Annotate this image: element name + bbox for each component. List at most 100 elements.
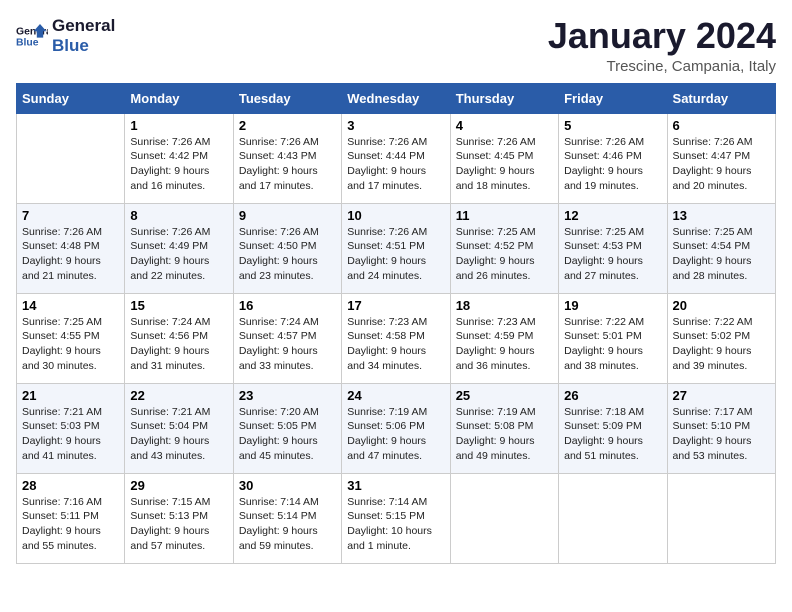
day-number: 28: [22, 478, 119, 493]
day-number: 1: [130, 118, 227, 133]
calendar-cell: 20 Sunrise: 7:22 AMSunset: 5:02 PMDayligh…: [667, 293, 775, 383]
day-info: Sunrise: 7:24 AMSunset: 4:56 PMDaylight:…: [130, 315, 227, 374]
day-info: Sunrise: 7:26 AMSunset: 4:43 PMDaylight:…: [239, 135, 336, 194]
day-number: 23: [239, 388, 336, 403]
day-number: 13: [673, 208, 770, 223]
calendar-body: 1 Sunrise: 7:26 AMSunset: 4:42 PMDaylight…: [17, 113, 776, 563]
calendar-cell: 6Sunrise: 7:26 AMSunset: 4:47 PMDaylight…: [667, 113, 775, 203]
location: Trescine, Campania, Italy: [548, 58, 776, 75]
logo-general: General: [52, 16, 115, 36]
day-info: Sunrise: 7:16 AMSunset: 5:11 PMDaylight:…: [22, 495, 119, 554]
day-number: 2: [239, 118, 336, 133]
calendar-cell: 31 Sunrise: 7:14 AMSunset: 5:15 PMDayligh…: [342, 473, 450, 563]
calendar-cell: 5 Sunrise: 7:26 AMSunset: 4:46 PMDaylight…: [559, 113, 667, 203]
day-number: 24: [347, 388, 444, 403]
calendar-cell: 18 Sunrise: 7:23 AMSunset: 4:59 PMDayligh…: [450, 293, 558, 383]
calendar-cell: 29 Sunrise: 7:15 AMSunset: 5:13 PMDayligh…: [125, 473, 233, 563]
day-info: Sunrise: 7:21 AMSunset: 5:03 PMDaylight:…: [22, 405, 119, 464]
day-info: Sunrise: 7:19 AMSunset: 5:06 PMDaylight:…: [347, 405, 444, 464]
calendar-cell: 11Sunrise: 7:25 AMSunset: 4:52 PMDayligh…: [450, 203, 558, 293]
day-number: 22: [130, 388, 227, 403]
calendar-table: SundayMondayTuesdayWednesdayThursdayFrid…: [16, 83, 776, 564]
calendar-cell: 9 Sunrise: 7:26 AMSunset: 4:50 PMDaylight…: [233, 203, 341, 293]
day-number: 20: [673, 298, 770, 313]
calendar-cell: 3 Sunrise: 7:26 AMSunset: 4:44 PMDaylight…: [342, 113, 450, 203]
calendar-cell: 7 Sunrise: 7:26 AMSunset: 4:48 PMDaylight…: [17, 203, 125, 293]
calendar-cell: [450, 473, 558, 563]
week-row: 1 Sunrise: 7:26 AMSunset: 4:42 PMDaylight…: [17, 113, 776, 203]
calendar-cell: 21 Sunrise: 7:21 AMSunset: 5:03 PMDayligh…: [17, 383, 125, 473]
day-info: Sunrise: 7:26 AMSunset: 4:49 PMDaylight:…: [130, 225, 227, 284]
day-number: 18: [456, 298, 553, 313]
day-info: Sunrise: 7:25 AMSunset: 4:53 PMDaylight:…: [564, 225, 661, 284]
day-info: Sunrise: 7:26 AMSunset: 4:42 PMDaylight:…: [130, 135, 227, 194]
calendar-cell: 23Sunrise: 7:20 AMSunset: 5:05 PMDayligh…: [233, 383, 341, 473]
day-info: Sunrise: 7:24 AMSunset: 4:57 PMDaylight:…: [239, 315, 336, 374]
day-number: 3: [347, 118, 444, 133]
day-info: Sunrise: 7:26 AMSunset: 4:44 PMDaylight:…: [347, 135, 444, 194]
calendar-cell: 2 Sunrise: 7:26 AMSunset: 4:43 PMDaylight…: [233, 113, 341, 203]
title-block: January 2024 Trescine, Campania, Italy: [548, 16, 776, 75]
header-friday: Friday: [559, 83, 667, 113]
header-tuesday: Tuesday: [233, 83, 341, 113]
day-number: 14: [22, 298, 119, 313]
day-info: Sunrise: 7:17 AMSunset: 5:10 PMDaylight:…: [673, 405, 770, 464]
day-number: 9: [239, 208, 336, 223]
header-thursday: Thursday: [450, 83, 558, 113]
day-number: 10: [347, 208, 444, 223]
month-title: January 2024: [548, 16, 776, 56]
day-info: Sunrise: 7:26 AMSunset: 4:46 PMDaylight:…: [564, 135, 661, 194]
day-info: Sunrise: 7:14 AMSunset: 5:14 PMDaylight:…: [239, 495, 336, 554]
calendar-cell: 25Sunrise: 7:19 AMSunset: 5:08 PMDayligh…: [450, 383, 558, 473]
day-info: Sunrise: 7:26 AMSunset: 4:47 PMDaylight:…: [673, 135, 770, 194]
day-info: Sunrise: 7:26 AMSunset: 4:51 PMDaylight:…: [347, 225, 444, 284]
day-info: Sunrise: 7:15 AMSunset: 5:13 PMDaylight:…: [130, 495, 227, 554]
day-info: Sunrise: 7:14 AMSunset: 5:15 PMDaylight:…: [347, 495, 444, 554]
header-saturday: Saturday: [667, 83, 775, 113]
calendar-cell: 19Sunrise: 7:22 AMSunset: 5:01 PMDayligh…: [559, 293, 667, 383]
week-row: 28 Sunrise: 7:16 AMSunset: 5:11 PMDayligh…: [17, 473, 776, 563]
day-info: Sunrise: 7:23 AMSunset: 4:58 PMDaylight:…: [347, 315, 444, 374]
day-info: Sunrise: 7:26 AMSunset: 4:50 PMDaylight:…: [239, 225, 336, 284]
day-number: 27: [673, 388, 770, 403]
week-row: 21 Sunrise: 7:21 AMSunset: 5:03 PMDayligh…: [17, 383, 776, 473]
svg-text:Blue: Blue: [16, 37, 39, 48]
logo-blue: Blue: [52, 36, 115, 56]
calendar-cell: 10 Sunrise: 7:26 AMSunset: 4:51 PMDayligh…: [342, 203, 450, 293]
day-info: Sunrise: 7:25 AMSunset: 4:55 PMDaylight:…: [22, 315, 119, 374]
calendar-cell: 8Sunrise: 7:26 AMSunset: 4:49 PMDaylight…: [125, 203, 233, 293]
day-number: 30: [239, 478, 336, 493]
calendar-cell: 28 Sunrise: 7:16 AMSunset: 5:11 PMDayligh…: [17, 473, 125, 563]
day-info: Sunrise: 7:26 AMSunset: 4:48 PMDaylight:…: [22, 225, 119, 284]
day-number: 15: [130, 298, 227, 313]
day-number: 7: [22, 208, 119, 223]
day-number: 31: [347, 478, 444, 493]
calendar-cell: 16 Sunrise: 7:24 AMSunset: 4:57 PMDayligh…: [233, 293, 341, 383]
day-number: 16: [239, 298, 336, 313]
day-info: Sunrise: 7:26 AMSunset: 4:45 PMDaylight:…: [456, 135, 553, 194]
calendar-cell: 30 Sunrise: 7:14 AMSunset: 5:14 PMDayligh…: [233, 473, 341, 563]
calendar-cell: 1 Sunrise: 7:26 AMSunset: 4:42 PMDaylight…: [125, 113, 233, 203]
day-number: 5: [564, 118, 661, 133]
calendar-cell: 12Sunrise: 7:25 AMSunset: 4:53 PMDayligh…: [559, 203, 667, 293]
header-row: SundayMondayTuesdayWednesdayThursdayFrid…: [17, 83, 776, 113]
day-info: Sunrise: 7:18 AMSunset: 5:09 PMDaylight:…: [564, 405, 661, 464]
day-number: 19: [564, 298, 661, 313]
week-row: 7 Sunrise: 7:26 AMSunset: 4:48 PMDaylight…: [17, 203, 776, 293]
calendar-cell: 27 Sunrise: 7:17 AMSunset: 5:10 PMDayligh…: [667, 383, 775, 473]
day-info: Sunrise: 7:23 AMSunset: 4:59 PMDaylight:…: [456, 315, 553, 374]
day-info: Sunrise: 7:25 AMSunset: 4:54 PMDaylight:…: [673, 225, 770, 284]
day-number: 25: [456, 388, 553, 403]
calendar-cell: 17Sunrise: 7:23 AMSunset: 4:58 PMDayligh…: [342, 293, 450, 383]
calendar-cell: 24 Sunrise: 7:19 AMSunset: 5:06 PMDayligh…: [342, 383, 450, 473]
day-number: 21: [22, 388, 119, 403]
header-wednesday: Wednesday: [342, 83, 450, 113]
header-sunday: Sunday: [17, 83, 125, 113]
calendar-cell: [17, 113, 125, 203]
day-number: 4: [456, 118, 553, 133]
logo-icon: General Blue: [16, 20, 48, 52]
calendar-cell: 26Sunrise: 7:18 AMSunset: 5:09 PMDayligh…: [559, 383, 667, 473]
day-number: 29: [130, 478, 227, 493]
day-info: Sunrise: 7:22 AMSunset: 5:02 PMDaylight:…: [673, 315, 770, 374]
calendar-cell: 22Sunrise: 7:21 AMSunset: 5:04 PMDayligh…: [125, 383, 233, 473]
